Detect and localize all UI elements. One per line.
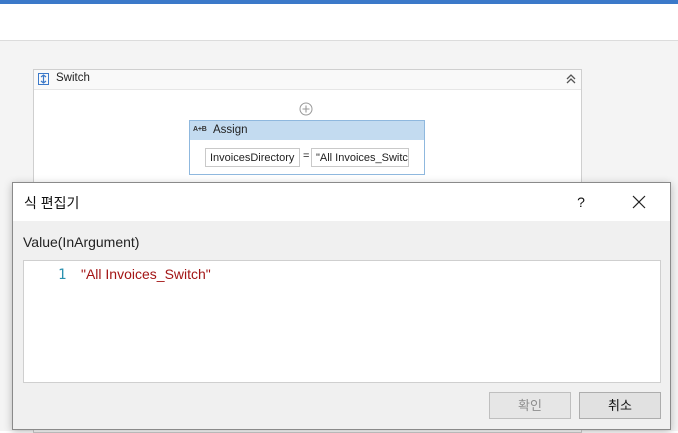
help-button[interactable]: ? xyxy=(569,191,593,213)
dialog-title: 식 편집기 xyxy=(24,195,80,211)
assign-equals-sign: = xyxy=(303,150,310,162)
plus-circle-icon[interactable] xyxy=(299,102,313,116)
switch-title: Switch xyxy=(56,72,90,84)
argument-label: Value(InArgument) xyxy=(23,234,140,250)
assign-icon: A+B xyxy=(193,126,207,133)
expression-editor[interactable]: 1 "All Invoices_Switch" xyxy=(23,260,661,383)
designer-toolbar-area xyxy=(0,4,678,41)
expression-editor-dialog: 식 편집기 ? Value(InArgument) 1 "All Invoice… xyxy=(12,182,671,430)
switch-header[interactable]: Switch xyxy=(34,70,581,90)
dialog-titlebar[interactable]: 식 편집기 ? xyxy=(13,183,670,221)
switch-icon xyxy=(38,73,49,85)
assign-header[interactable]: A+B Assign xyxy=(190,121,424,140)
line-number: 1 xyxy=(58,267,67,283)
double-chevron-up-icon[interactable] xyxy=(565,73,577,85)
assign-value-field[interactable]: "All Invoices_Switc xyxy=(311,148,409,167)
assign-activity[interactable]: A+B Assign InvoicesDirectory = "All Invo… xyxy=(189,120,425,175)
assign-title: Assign xyxy=(213,124,248,136)
close-icon xyxy=(632,195,646,209)
assign-to-field[interactable]: InvoicesDirectory xyxy=(205,148,300,167)
ok-button[interactable]: 확인 xyxy=(489,392,571,419)
code-line[interactable]: "All Invoices_Switch" xyxy=(81,266,211,282)
close-button[interactable] xyxy=(625,191,653,213)
cancel-button[interactable]: 취소 xyxy=(579,392,661,419)
